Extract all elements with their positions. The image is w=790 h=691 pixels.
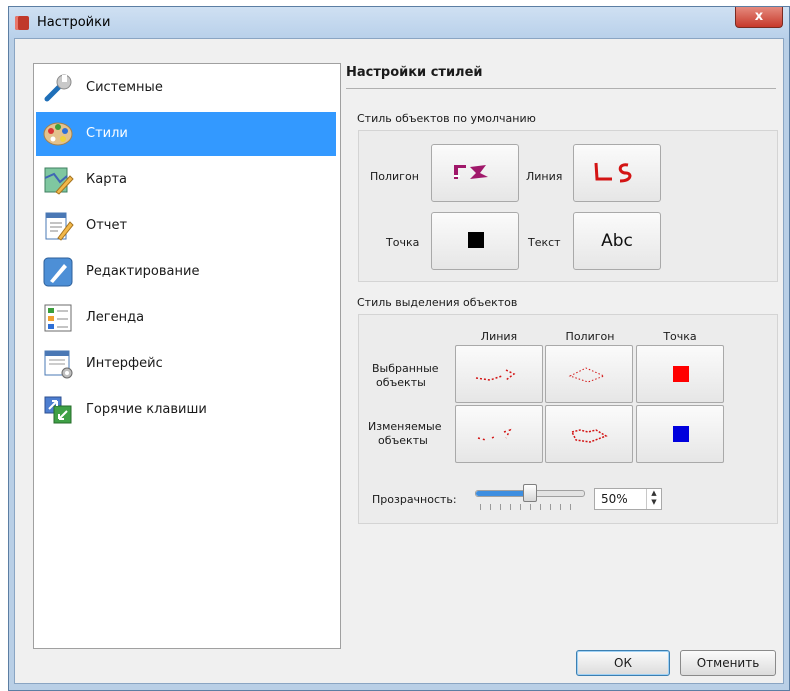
point-style-button[interactable] bbox=[431, 212, 519, 270]
line-style-button[interactable] bbox=[573, 144, 661, 202]
spin-up-icon[interactable]: ▲ bbox=[647, 489, 661, 498]
row-label-modified-line1: Изменяемые bbox=[368, 420, 442, 433]
app-icon bbox=[15, 16, 29, 30]
text-label: Текст bbox=[528, 236, 561, 249]
title-divider bbox=[346, 88, 776, 89]
sidebar-item-label: Карта bbox=[86, 172, 127, 187]
selected-polygon-preview bbox=[568, 367, 606, 383]
line-style-preview bbox=[594, 162, 632, 183]
sidebar-item-styles[interactable]: Стили bbox=[36, 112, 336, 156]
transparency-spinbox[interactable]: 50% ▲ ▼ bbox=[594, 488, 662, 510]
modified-line-preview bbox=[477, 428, 512, 441]
transparency-slider-ticks bbox=[480, 504, 580, 510]
ok-button[interactable]: ОК bbox=[576, 650, 670, 676]
page-title: Настройки стилей bbox=[346, 65, 483, 80]
sidebar-item-label: Интерфейс bbox=[86, 356, 163, 371]
interface-icon bbox=[44, 350, 73, 379]
sidebar-item-label: Системные bbox=[86, 80, 163, 95]
window-title: Настройки bbox=[37, 15, 111, 30]
text-style-button[interactable]: Abc bbox=[573, 212, 661, 270]
sidebar-item-label: Редактирование bbox=[86, 264, 200, 279]
legend-icon bbox=[44, 304, 72, 332]
selected-line-preview bbox=[475, 369, 516, 381]
default-style-group bbox=[358, 130, 778, 282]
line-label: Линия bbox=[526, 170, 563, 183]
selection-style-group-title: Стиль выделения объектов bbox=[357, 296, 518, 309]
sidebar-item-editing[interactable]: Редактирование bbox=[36, 250, 336, 294]
cancel-button[interactable]: Отменить bbox=[680, 650, 776, 676]
wrench-icon bbox=[44, 74, 72, 102]
sidebar-item-map[interactable]: Карта bbox=[36, 158, 336, 202]
selected-point-preview bbox=[673, 366, 689, 382]
row-label-selected-line1: Выбранные bbox=[372, 362, 439, 375]
spin-down-icon[interactable]: ▼ bbox=[647, 498, 661, 507]
sidebar-item-interface[interactable]: Интерфейс bbox=[36, 342, 336, 386]
sidebar-item-hotkeys[interactable]: Горячие клавиши bbox=[36, 388, 336, 432]
map-icon bbox=[44, 167, 74, 195]
polygon-style-preview bbox=[454, 165, 488, 179]
polygon-label: Полигон bbox=[370, 170, 419, 183]
modified-polygon-preview bbox=[570, 429, 608, 443]
modified-point-preview bbox=[673, 426, 689, 442]
close-button[interactable]: x bbox=[735, 7, 783, 28]
row-label-modified: Изменяемые объекты bbox=[368, 420, 441, 448]
report-icon bbox=[45, 212, 74, 241]
sidebar-item-system[interactable]: Системные bbox=[36, 66, 336, 110]
title-bar: Настройки x bbox=[9, 7, 789, 39]
selected-point-style-button[interactable] bbox=[636, 345, 724, 403]
sidebar-item-label: Легенда bbox=[86, 310, 145, 325]
settings-category-list: Системные Стили Карта Отчет Редактирован… bbox=[33, 63, 341, 649]
modified-point-style-button[interactable] bbox=[636, 405, 724, 463]
transparency-slider-thumb[interactable] bbox=[523, 484, 537, 502]
point-style-preview bbox=[468, 232, 484, 248]
text-style-preview: Abc bbox=[601, 231, 633, 251]
transparency-slider-fill bbox=[476, 491, 530, 496]
hotkeys-icon bbox=[44, 396, 72, 424]
transparency-label: Прозрачность: bbox=[372, 493, 457, 506]
sidebar-item-label: Стили bbox=[86, 126, 128, 141]
polygon-style-button[interactable] bbox=[431, 144, 519, 202]
sidebar-item-report[interactable]: Отчет bbox=[36, 204, 336, 248]
selected-line-style-button[interactable] bbox=[455, 345, 543, 403]
row-label-modified-line2: объекты bbox=[378, 434, 428, 447]
selected-polygon-style-button[interactable] bbox=[545, 345, 633, 403]
column-header-line: Линия bbox=[480, 330, 518, 343]
row-label-selected-line2: объекты bbox=[376, 376, 426, 389]
sidebar-item-label: Горячие клавиши bbox=[86, 402, 207, 417]
modified-line-style-button[interactable] bbox=[455, 405, 543, 463]
modified-polygon-style-button[interactable] bbox=[545, 405, 633, 463]
row-label-selected: Выбранные объекты bbox=[372, 362, 439, 390]
sidebar-item-label: Отчет bbox=[86, 218, 128, 233]
column-header-polygon: Полигон bbox=[565, 330, 615, 343]
pen-icon bbox=[43, 257, 73, 287]
default-style-group-title: Стиль объектов по умолчанию bbox=[357, 112, 536, 125]
spin-arrows[interactable]: ▲ ▼ bbox=[646, 489, 661, 509]
transparency-value: 50% bbox=[601, 492, 628, 506]
palette-icon bbox=[43, 122, 73, 146]
sidebar-item-legend[interactable]: Легенда bbox=[36, 296, 336, 340]
point-label: Точка bbox=[386, 236, 420, 249]
column-header-point: Точка bbox=[663, 330, 697, 343]
